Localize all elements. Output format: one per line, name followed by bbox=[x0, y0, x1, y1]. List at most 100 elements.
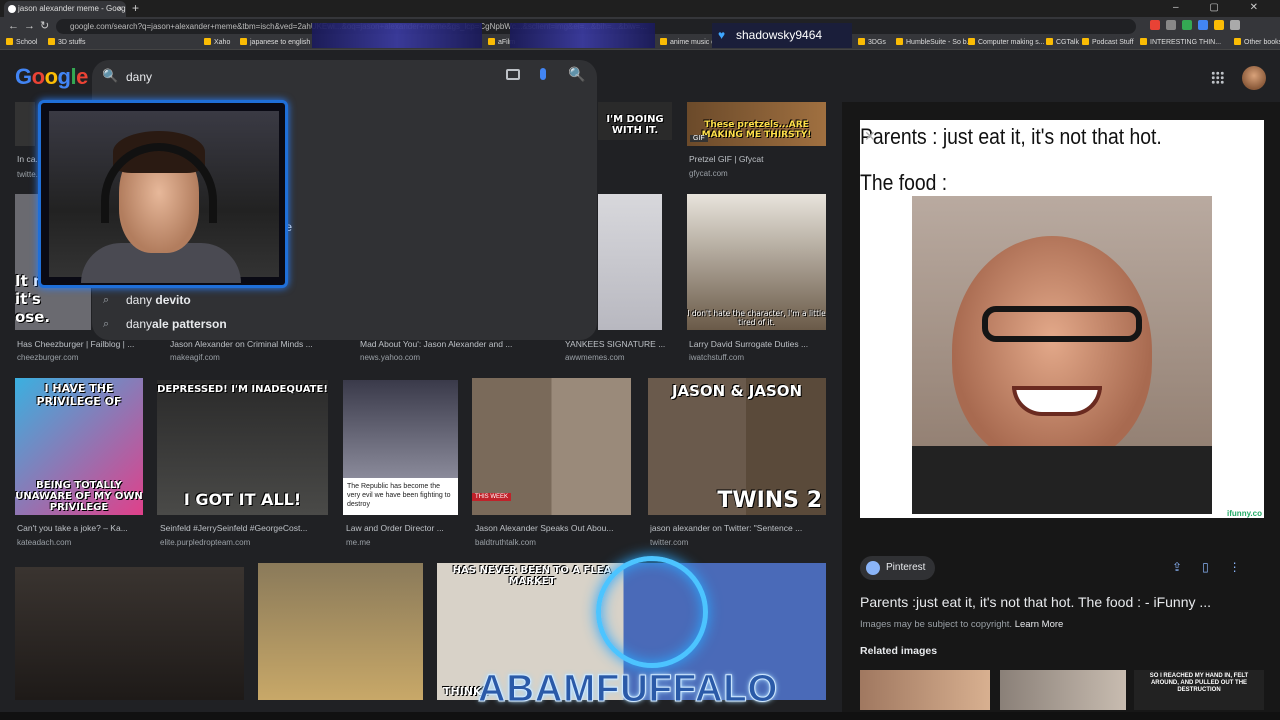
result-thumbnail[interactable]: DEPRESSED! I'M INADEQUATE! I GOT IT ALL! bbox=[157, 380, 328, 515]
result-title[interactable]: Has Cheezburger | Failblog | ... bbox=[17, 339, 145, 349]
result-title[interactable]: Seinfeld #JerrySeinfeld #GeorgeCost... bbox=[160, 523, 324, 533]
apps-grid-icon[interactable] bbox=[1211, 71, 1224, 84]
stream-overlay-bar bbox=[312, 23, 482, 48]
extension-icon[interactable] bbox=[1182, 20, 1192, 30]
extension-icon[interactable] bbox=[1214, 20, 1224, 30]
suggestion-item[interactable]: ⌕ danyale patterson bbox=[92, 313, 597, 335]
camera-icon[interactable] bbox=[506, 69, 520, 80]
suggestion-prefix: dany bbox=[126, 293, 153, 307]
result-thumbnail[interactable] bbox=[15, 102, 35, 146]
result-title[interactable]: Pretzel GIF | Gfycat bbox=[689, 154, 826, 164]
tab-close-icon[interactable]: × bbox=[117, 1, 122, 17]
microphone-icon[interactable] bbox=[540, 68, 546, 80]
bookmark-item[interactable]: Podcast Stuff bbox=[1082, 36, 1134, 50]
result-title[interactable]: Jason Alexander Speaks Out Abou... bbox=[475, 523, 629, 533]
news-badge: THIS WEEK bbox=[472, 493, 512, 501]
avatar[interactable] bbox=[1242, 66, 1266, 90]
reload-icon[interactable]: ↻ bbox=[40, 19, 49, 33]
meme-caption: I'M DOING WITH IT. bbox=[606, 114, 664, 136]
copyright-notice: Images may be subject to copyright. Lear… bbox=[860, 619, 1063, 630]
meme-caption: These pretzels...ARE MAKING ME THIRSTY! bbox=[701, 120, 812, 140]
preview-title[interactable]: Parents :just eat it, it's not that hot.… bbox=[860, 594, 1211, 610]
bookmark-other[interactable]: Other books bbox=[1234, 36, 1280, 50]
related-thumbnail[interactable]: SO I REACHED MY HAND IN, FELT AROUND, AN… bbox=[1134, 670, 1264, 710]
result-title[interactable]: YANKEES SIGNATURE ... bbox=[565, 339, 668, 349]
search-icon: ⌕ bbox=[103, 318, 110, 330]
extension-icons bbox=[1150, 20, 1240, 30]
result-thumbnail[interactable] bbox=[598, 194, 662, 330]
extension-icon[interactable] bbox=[1230, 20, 1240, 30]
back-icon[interactable]: ← bbox=[8, 19, 19, 33]
bookmark-item[interactable]: Xaho bbox=[204, 36, 230, 50]
suggestion-item[interactable]: ⌕ dany devito bbox=[92, 289, 597, 311]
result-thumbnail[interactable]: I HAVE THE PRIVILEGE OF BEING TOTALLY UN… bbox=[15, 378, 143, 515]
bookmark-item[interactable]: HumbleSuite - So b... bbox=[896, 36, 973, 50]
suggestion-suffix: devito bbox=[152, 293, 191, 307]
meme-top-text: JASON & JASON bbox=[671, 382, 803, 400]
result-title[interactable]: jason alexander on Twitter: "Sentence ..… bbox=[650, 523, 826, 533]
result-thumbnail[interactable] bbox=[15, 567, 244, 700]
forward-icon[interactable]: → bbox=[24, 19, 35, 33]
logo-letter: G bbox=[15, 64, 32, 89]
logo-letter: g bbox=[57, 64, 71, 89]
share-icon[interactable]: ⇪ bbox=[1172, 560, 1202, 574]
related-images-heading: Related images bbox=[860, 645, 938, 657]
preview-image[interactable]: Parents : just eat it, it's not that hot… bbox=[860, 120, 1264, 518]
new-tab-button[interactable]: + bbox=[132, 0, 139, 16]
photo-shirt bbox=[912, 446, 1212, 514]
result-thumbnail[interactable]: The Republic has become the very evil we… bbox=[343, 380, 458, 515]
suggestion-suffix: ale patterson bbox=[152, 317, 227, 331]
more-icon[interactable]: ⋮ bbox=[1229, 560, 1261, 574]
photo-glasses bbox=[982, 306, 1142, 342]
meme-top-text: DEPRESSED! I'M INADEQUATE! bbox=[157, 384, 328, 395]
google-logo[interactable]: Google bbox=[15, 64, 88, 90]
bookmark-item[interactable]: Computer making s... bbox=[968, 36, 1045, 50]
webcam-overlay bbox=[38, 100, 288, 288]
result-source: twitter.com bbox=[650, 538, 689, 547]
related-thumbnail[interactable] bbox=[1000, 670, 1126, 710]
extension-icon[interactable] bbox=[1198, 20, 1208, 30]
bookmark-item[interactable]: INTERESTING THIN... bbox=[1140, 36, 1221, 50]
bookmark-item[interactable]: japanese to english bbox=[240, 36, 310, 50]
result-title[interactable]: Can't you take a joke? – Ka... bbox=[17, 523, 145, 533]
gif-badge: GIF bbox=[690, 135, 708, 142]
extension-icon[interactable] bbox=[1150, 20, 1160, 30]
related-thumbnail[interactable] bbox=[860, 670, 990, 710]
search-icon: ⌕ bbox=[103, 294, 110, 306]
bookmark-item[interactable]: CGTalk bbox=[1046, 36, 1079, 50]
tab-title: jason alexander meme - Google bbox=[18, 4, 126, 13]
browser-tab[interactable]: jason alexander meme - Google × bbox=[4, 1, 126, 17]
extension-icon[interactable] bbox=[1166, 20, 1176, 30]
browser-tab-strip: jason alexander meme - Google × + – ▢ ✕ bbox=[0, 0, 1280, 17]
source-chip[interactable]: Pinterest bbox=[860, 556, 936, 580]
result-thumbnail[interactable]: I'M DOING WITH IT. bbox=[598, 102, 672, 140]
result-thumbnail[interactable]: I don't hate the character, I'm a little… bbox=[687, 194, 826, 330]
result-title[interactable]: Jason Alexander on Criminal Minds ... bbox=[170, 339, 332, 349]
meme-top-text: Parents : just eat it, it's not that hot… bbox=[860, 124, 1162, 149]
result-title[interactable]: Larry David Surrogate Duties ... bbox=[689, 339, 826, 349]
meme-food-text: The food : bbox=[860, 170, 948, 195]
bookmark-item[interactable]: 3DGs bbox=[858, 36, 886, 50]
suggestion-prefix: dany bbox=[126, 317, 153, 331]
meme-caption: The Republic has become the very evil we… bbox=[347, 483, 451, 508]
result-title[interactable]: Law and Order Director ... bbox=[346, 523, 458, 533]
result-source: awwmemes.com bbox=[565, 353, 625, 362]
bookmark-item[interactable]: 3D stuffs bbox=[48, 36, 86, 50]
result-thumbnail[interactable]: JASON & JASON TWINS 2 bbox=[648, 378, 826, 515]
window-controls[interactable]: – ▢ ✕ bbox=[1173, 0, 1272, 16]
bookmark-icon[interactable]: ▯ bbox=[1202, 560, 1229, 574]
search-query[interactable]: dany bbox=[126, 70, 152, 84]
search-submit-icon[interactable]: 🔍 bbox=[568, 66, 585, 83]
learn-more-link[interactable]: Learn More bbox=[1015, 619, 1064, 630]
audio-visualizer-ring bbox=[596, 556, 708, 668]
logo-letter: o bbox=[44, 64, 58, 89]
result-source: me.me bbox=[346, 538, 371, 547]
close-icon[interactable]: ✕ bbox=[864, 128, 876, 145]
result-thumbnail[interactable]: THIS WEEK bbox=[472, 378, 631, 515]
result-thumbnail[interactable] bbox=[258, 563, 423, 700]
result-thumbnail[interactable]: These pretzels...ARE MAKING ME THIRSTY! … bbox=[687, 102, 826, 146]
bookmark-item[interactable]: School bbox=[6, 36, 37, 50]
search-input[interactable]: 🔍 dany 🔍 bbox=[92, 60, 597, 94]
result-image bbox=[343, 380, 458, 478]
result-title[interactable]: Mad About You': Jason Alexander and ... bbox=[360, 339, 532, 349]
